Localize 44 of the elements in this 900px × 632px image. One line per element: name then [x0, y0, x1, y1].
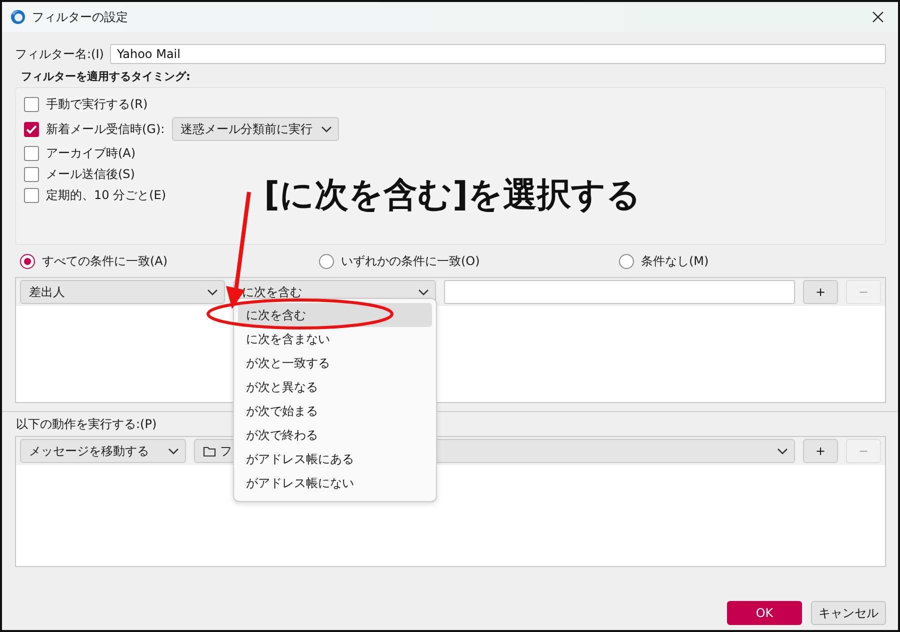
menu-item[interactable]: に次を含む	[238, 303, 432, 327]
menu-item[interactable]: が次と異なる	[238, 375, 432, 399]
radio-button[interactable]	[619, 254, 634, 269]
checkbox[interactable]	[24, 188, 39, 203]
cancel-button[interactable]: キャンセル	[811, 601, 886, 625]
condition-value-field[interactable]	[444, 280, 795, 304]
menu-item[interactable]: に次を含まない	[238, 327, 432, 351]
filter-name-field[interactable]: Yahoo Mail	[110, 44, 886, 64]
checkbox-label: メール送信後(S)	[46, 166, 135, 183]
add-button[interactable]: +	[803, 439, 838, 463]
radio-button[interactable]	[319, 254, 334, 269]
radio-label: いずれかの条件に一致(O)	[341, 253, 480, 270]
checkbox-label: 定期的、10 分ごと(E)	[46, 187, 166, 204]
folder-icon	[203, 446, 216, 456]
menu-item[interactable]: が次と一致する	[238, 351, 432, 375]
menu-item[interactable]: が次で始まる	[238, 399, 432, 423]
checkbox[interactable]	[24, 97, 39, 112]
chevron-down-icon	[207, 288, 218, 296]
action-select[interactable]: メッセージを移動する	[20, 439, 186, 463]
chevron-down-icon	[418, 288, 429, 296]
menu-item[interactable]: がアドレス帳にない	[238, 471, 432, 495]
add-button[interactable]: +	[803, 280, 838, 304]
checkbox[interactable]	[24, 122, 39, 136]
close-icon[interactable]	[872, 11, 884, 23]
checkbox-label: 手動で実行する(R)	[46, 96, 148, 113]
checkbox-label: アーカイブ時(A)	[46, 145, 136, 162]
checkbox-label: 新着メール受信時(G):	[46, 120, 165, 138]
radio-label: 条件なし(M)	[641, 253, 709, 270]
timing-heading: フィルターを適用するタイミング:	[21, 69, 192, 84]
chevron-down-icon	[320, 126, 332, 132]
chevron-down-icon	[168, 448, 179, 454]
timing-select[interactable]: 迷惑メール分類前に実行	[172, 117, 339, 141]
actions-heading: 以下の動作を実行する:(P)	[16, 416, 158, 433]
chevron-down-icon	[777, 448, 788, 454]
ok-button[interactable]: OK	[727, 601, 802, 625]
annotation-caption: [に次を含む]を選択する	[264, 174, 642, 217]
window-title: フィルターの設定	[32, 8, 129, 26]
checkbox[interactable]	[24, 146, 39, 161]
checkbox[interactable]	[24, 167, 39, 182]
app-logo-icon	[10, 9, 26, 25]
field-select[interactable]: 差出人	[20, 280, 225, 304]
filter-name-label: フィルター名:(I)	[15, 46, 104, 62]
radio-label: すべての条件に一致(A)	[42, 253, 168, 270]
radio-button[interactable]	[20, 254, 35, 269]
